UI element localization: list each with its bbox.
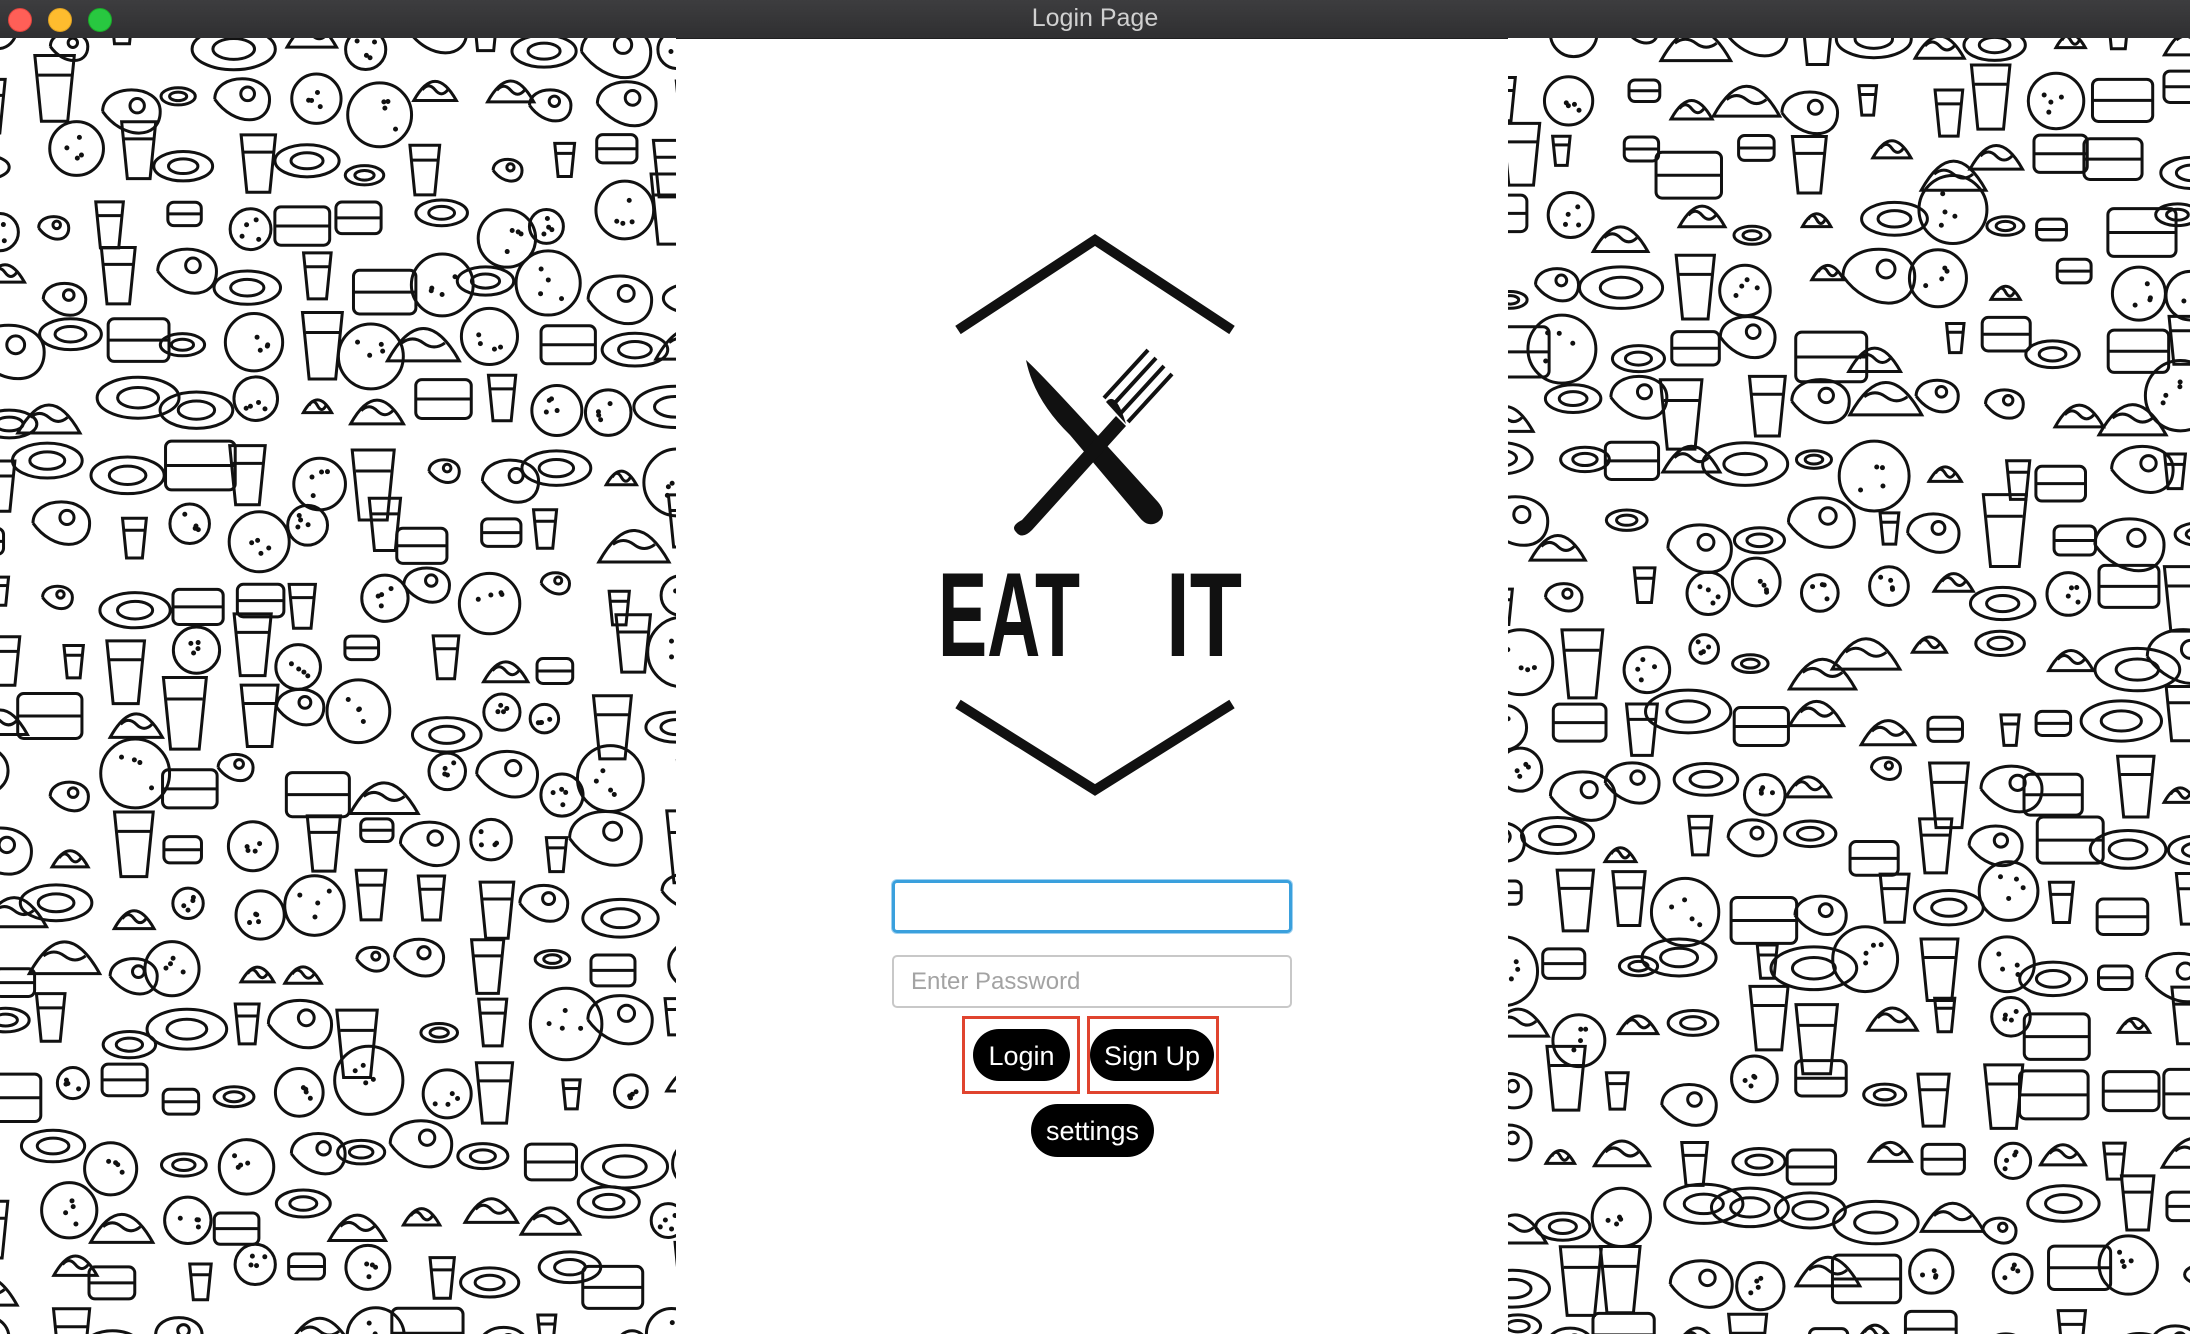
- title-bar: Login Page: [0, 0, 2190, 39]
- password-input[interactable]: [892, 955, 1292, 1008]
- settings-button[interactable]: settings: [1031, 1104, 1154, 1157]
- logo-word-eat: EAT: [938, 548, 1080, 682]
- food-doodle-right-art: [1508, 38, 2190, 1334]
- window-title: Login Page: [1031, 4, 1159, 32]
- username-input[interactable]: [892, 880, 1292, 933]
- logo-bottom-chevron: [955, 699, 1235, 796]
- login-button[interactable]: Login: [973, 1029, 1070, 1081]
- eat-it-logo: EAT IT: [938, 234, 1242, 796]
- logo-top-chevron: [955, 234, 1235, 335]
- food-doodle-right: [1508, 38, 2190, 1334]
- food-doodle-left-art: [0, 38, 676, 1334]
- login-window: Login Page EAT IT Login Sign Up settings: [0, 0, 2190, 1334]
- signup-button[interactable]: Sign Up: [1090, 1029, 1214, 1081]
- food-doodle-left: [0, 38, 676, 1334]
- knife-fork-icon: [1014, 348, 1174, 536]
- logo-word-it: IT: [1166, 548, 1242, 682]
